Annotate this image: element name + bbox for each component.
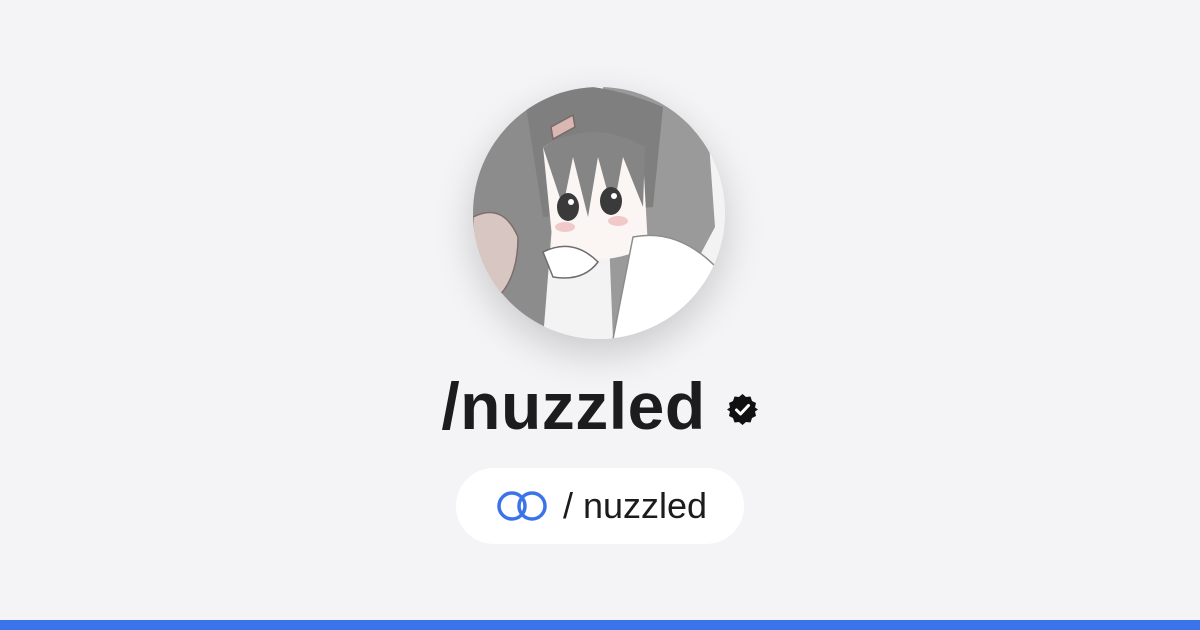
profile-link-text: / nuzzled [562, 485, 708, 526]
accent-bottom-bar [0, 620, 1200, 630]
linked-rings-icon [497, 491, 547, 521]
profile-name-row: /nuzzled [0, 364, 1200, 448]
profile-display-name: /nuzzled [441, 369, 706, 443]
profile-avatar [473, 87, 725, 339]
avatar-illustration [473, 87, 725, 339]
profile-link-pill[interactable]: / nuzzled [456, 468, 744, 544]
verified-badge-icon [726, 393, 758, 425]
